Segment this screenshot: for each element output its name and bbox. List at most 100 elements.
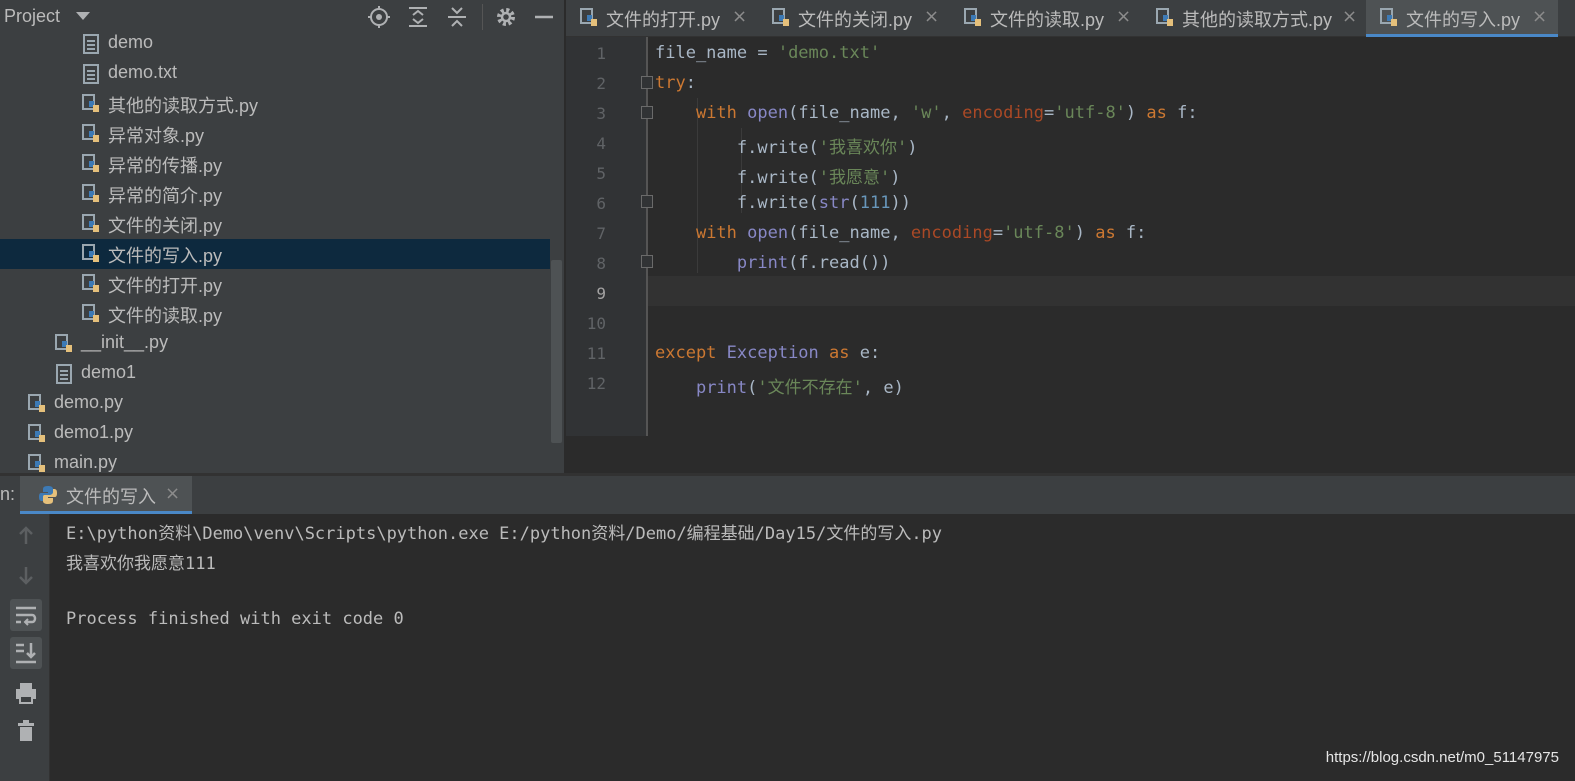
fold-end-icon[interactable] bbox=[641, 255, 653, 268]
console-line: Process finished with exit code 0 bbox=[66, 609, 404, 629]
code-line[interactable]: with open(file_name, 'w', encoding='utf-… bbox=[655, 103, 1198, 123]
tree-item[interactable]: 异常对象.py bbox=[0, 119, 550, 149]
code-line[interactable]: with open(file_name, encoding='utf-8') a… bbox=[655, 223, 1146, 243]
code-token: (f.read()) bbox=[788, 253, 891, 273]
run-tab-label: 文件的写入 bbox=[66, 487, 156, 507]
code-token: f.write( bbox=[655, 138, 819, 158]
editor-tab[interactable]: 文件的打开.py × bbox=[566, 0, 756, 37]
console-output[interactable] bbox=[51, 514, 1575, 781]
tree-item[interactable]: 异常的简介.py bbox=[0, 179, 550, 209]
code-token: 'w' bbox=[910, 103, 942, 123]
close-icon[interactable]: × bbox=[924, 6, 939, 27]
collapse-all-icon[interactable] bbox=[445, 5, 469, 29]
python-file-icon bbox=[28, 394, 45, 412]
python-file-icon bbox=[82, 154, 99, 172]
close-icon[interactable]: × bbox=[1342, 6, 1357, 27]
tree-item[interactable]: main.py bbox=[0, 449, 550, 473]
tree-scrollbar[interactable] bbox=[551, 260, 562, 443]
code-token: ( bbox=[849, 193, 860, 213]
current-line-highlight bbox=[648, 276, 1575, 306]
gear-icon[interactable] bbox=[494, 5, 518, 29]
tree-item[interactable]: 文件的关闭.py bbox=[0, 209, 550, 239]
up-arrow-icon[interactable] bbox=[10, 520, 42, 552]
print-icon[interactable] bbox=[10, 677, 42, 709]
code-token: ) bbox=[907, 138, 918, 158]
scroll-to-end-icon[interactable] bbox=[10, 637, 42, 669]
tree-item-label: demo1.py bbox=[54, 422, 134, 442]
editor-tab[interactable]: 文件的读取.py × bbox=[950, 0, 1140, 37]
close-icon[interactable]: × bbox=[732, 6, 747, 27]
python-file-icon bbox=[964, 8, 981, 26]
code-line[interactable]: print('文件不存在', e) bbox=[655, 373, 904, 398]
tree-item[interactable]: 文件的读取.py bbox=[0, 299, 550, 329]
gutter-separator bbox=[646, 37, 648, 436]
tree-item[interactable]: demo1 bbox=[0, 359, 550, 389]
chevron-down-icon[interactable] bbox=[76, 12, 90, 20]
python-file-icon bbox=[28, 424, 45, 442]
code-token: '我愿意' bbox=[818, 168, 891, 188]
code-line[interactable]: f.write(str(111)) bbox=[655, 193, 911, 213]
tree-item-label: demo bbox=[108, 32, 154, 52]
code-token: 'demo.txt' bbox=[777, 43, 881, 63]
tree-item-label: 其他的读取方式.py bbox=[108, 96, 259, 116]
tree-item[interactable]: demo.txt bbox=[0, 59, 550, 89]
trash-icon[interactable] bbox=[10, 715, 42, 747]
code-line[interactable]: except Exception as e: bbox=[655, 343, 880, 363]
code-token: file_name = bbox=[655, 43, 778, 63]
python-file-icon bbox=[82, 214, 99, 232]
code-line[interactable]: print(f.read()) bbox=[655, 253, 891, 273]
code-line[interactable]: f.write('我喜欢你') bbox=[655, 133, 918, 158]
line-number: 8 bbox=[596, 254, 606, 273]
console-line: 我喜欢你我愿意111 bbox=[66, 554, 216, 574]
close-icon[interactable]: × bbox=[1532, 6, 1547, 27]
tree-item[interactable]: __init__.py bbox=[0, 329, 550, 359]
editor-tab[interactable]: 文件的关闭.py × bbox=[758, 0, 948, 37]
tree-item[interactable]: demo1.py bbox=[0, 419, 550, 449]
editor-tab[interactable]: 其他的读取方式.py × bbox=[1142, 0, 1366, 37]
code-line[interactable]: try: bbox=[655, 73, 696, 93]
tree-item-label: 文件的关闭.py bbox=[108, 216, 223, 236]
tree-item-label: 文件的读取.py bbox=[108, 306, 223, 326]
line-number: 12 bbox=[586, 374, 606, 393]
editor-tab-label: 文件的打开.py bbox=[606, 10, 721, 30]
tree-item[interactable]: demo bbox=[0, 29, 550, 59]
editor-tab-bar: 文件的打开.py × 文件的关闭.py × 文件的读取.py × 其他的读取方式… bbox=[566, 0, 1575, 37]
tree-item[interactable]: 文件的打开.py bbox=[0, 269, 550, 299]
tree-item-selected[interactable]: 文件的写入.py bbox=[0, 239, 550, 269]
fold-end-icon[interactable] bbox=[641, 195, 653, 208]
code-token: str bbox=[818, 193, 850, 213]
line-number: 11 bbox=[586, 344, 606, 363]
code-token: : bbox=[685, 73, 696, 93]
code-token: = bbox=[992, 223, 1004, 243]
code-line[interactable]: file_name = 'demo.txt' bbox=[655, 43, 880, 63]
run-tool-window-header: n: 文件的写入 × bbox=[0, 476, 1575, 514]
tree-item[interactable]: 异常的传播.py bbox=[0, 149, 550, 179]
code-line[interactable]: f.write('我愿意') bbox=[655, 163, 901, 188]
minimize-icon[interactable] bbox=[532, 5, 556, 29]
project-title[interactable]: Project bbox=[4, 6, 60, 27]
soft-wrap-icon[interactable] bbox=[10, 599, 42, 631]
close-icon[interactable]: × bbox=[1116, 6, 1131, 27]
code-token: ) bbox=[890, 168, 901, 188]
code-token: e: bbox=[859, 343, 881, 363]
tree-item-label: 异常的简介.py bbox=[108, 186, 223, 206]
editor-tab-active[interactable]: 文件的写入.py × bbox=[1366, 0, 1558, 37]
code-token: f: bbox=[1177, 103, 1198, 123]
tree-item[interactable]: demo.py bbox=[0, 389, 550, 419]
locate-icon[interactable] bbox=[367, 5, 391, 29]
tree-item-label: demo.py bbox=[54, 392, 124, 412]
code-token: '我喜欢你' bbox=[818, 138, 908, 158]
expand-all-icon[interactable] bbox=[406, 5, 430, 29]
line-number: 1 bbox=[596, 44, 606, 63]
fold-marker-icon[interactable] bbox=[641, 76, 653, 89]
code-token: encoding bbox=[910, 223, 993, 243]
close-icon[interactable]: × bbox=[165, 483, 180, 504]
code-token: (file_name, bbox=[788, 103, 911, 123]
code-token: encoding bbox=[962, 103, 1045, 123]
run-tab[interactable]: 文件的写入 × bbox=[20, 476, 192, 514]
down-arrow-icon[interactable] bbox=[10, 559, 42, 591]
code-token: = bbox=[1044, 103, 1055, 123]
fold-marker-icon[interactable] bbox=[641, 106, 653, 119]
tree-item[interactable]: 其他的读取方式.py bbox=[0, 89, 550, 119]
